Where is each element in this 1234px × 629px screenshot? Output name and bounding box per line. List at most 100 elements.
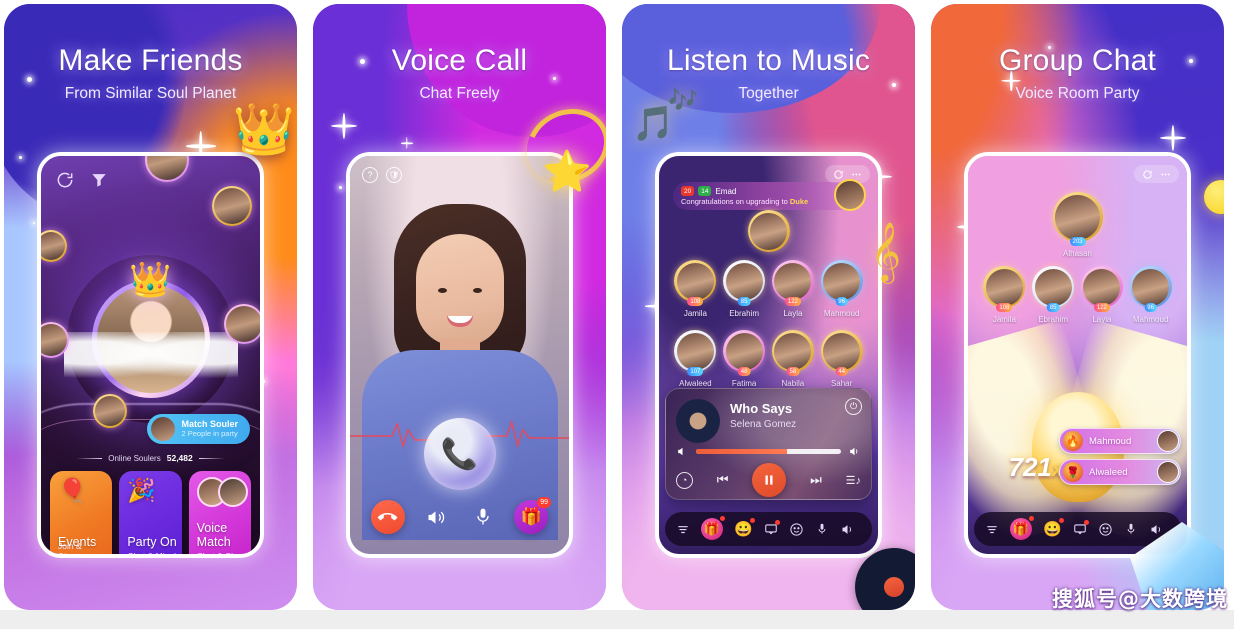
featured-avatar[interactable]: 👑 — [63, 261, 238, 399]
gift-notification[interactable]: 🌹 Alwaleed — [1059, 459, 1181, 485]
avatar-bottom[interactable] — [93, 394, 127, 428]
speaker-button[interactable] — [419, 500, 453, 534]
avatar-left-upper[interactable] — [41, 230, 67, 262]
banner-text: Congratulations on upgrading to — [681, 197, 790, 206]
help-icon[interactable]: ? — [362, 167, 378, 183]
seat-host[interactable]: 203 Alhasan — [1052, 192, 1104, 258]
seat-nabila[interactable]: 58 Nabila — [769, 330, 818, 388]
avatar-top[interactable] — [145, 156, 189, 182]
microphone-icon[interactable] — [815, 522, 829, 536]
hangup-button[interactable] — [370, 500, 405, 534]
bottom-strip — [0, 610, 1234, 629]
seat-ebrahim[interactable]: 85 Ebrahim — [720, 260, 769, 318]
gift-icon[interactable]: 🎁 — [701, 516, 725, 540]
avatar-right-upper[interactable] — [212, 186, 252, 226]
panel-group-chat[interactable]: Group Chat Voice Room Party 203 Alhasan … — [931, 4, 1224, 610]
speaker-icon[interactable] — [1149, 522, 1164, 537]
seat-grid: 108 Jamila 85 Ebrahim 122 Layla 96 Mahmo… — [671, 260, 866, 388]
avatar-image — [1132, 268, 1170, 306]
room-actions-chip[interactable] — [1134, 165, 1179, 183]
banner-avatar — [834, 179, 866, 211]
app-screen-video-call: ? 🛡 📞 🎁 99 — [350, 156, 569, 554]
seat-ebrahim[interactable]: 85 Ebrahim — [1029, 266, 1078, 324]
seat-name: Jamila — [683, 309, 707, 318]
seat-name: Alhasan — [1063, 249, 1092, 258]
progress-track[interactable] — [696, 449, 841, 454]
menu-icon[interactable] — [676, 522, 690, 536]
avatar-image — [985, 268, 1023, 306]
eye-left — [437, 287, 447, 293]
playlist-icon[interactable]: ☰♪ — [846, 474, 861, 487]
room-toolbar[interactable]: 🎁 😀 — [665, 512, 872, 546]
microphone-icon[interactable] — [1124, 522, 1138, 536]
panel-voice-call[interactable]: Voice Call Chat Freely ⭐ ? 🛡 📞 🎁 99 — [313, 4, 606, 610]
timer-icon[interactable]: ◔ — [676, 471, 693, 489]
avatar-image — [774, 262, 812, 300]
avatar-image — [1034, 268, 1072, 306]
avatar-frame: 122 — [1080, 266, 1123, 312]
match-souler-pill[interactable]: Match Souler 2 People in party — [147, 414, 250, 444]
seat-jamila[interactable]: 108 Jamila — [671, 260, 720, 318]
seat-host[interactable] — [747, 210, 790, 252]
power-icon[interactable]: ⏻ — [845, 398, 862, 415]
filter-icon[interactable] — [89, 170, 109, 190]
pause-button[interactable] — [752, 463, 787, 497]
message-icon[interactable] — [1073, 520, 1089, 536]
menu-icon[interactable] — [985, 522, 999, 536]
combo-counter: 721x — [1008, 452, 1063, 483]
level-badge: 107 — [687, 367, 704, 376]
next-icon[interactable]: ⏭ — [810, 472, 822, 488]
gift-notification[interactable]: 🔥 Mahmoud — [1059, 428, 1181, 454]
seat-name: Layla — [1092, 315, 1112, 324]
previous-icon[interactable]: ⏮ — [717, 472, 729, 488]
shield-icon[interactable]: 🛡 — [386, 167, 402, 183]
upgrade-banner[interactable]: 20 14 Emad Congratulations on upgrading … — [673, 179, 866, 211]
feature-cards: 🎈 Events Join & Discover 🎉 Party On Chat… — [50, 471, 251, 554]
online-label: Online Soulers — [108, 453, 161, 463]
avatar-right-lower[interactable] — [224, 304, 260, 344]
avatar-frame: 122 — [771, 260, 814, 306]
online-soulers-row: Online Soulers 52,482 — [41, 453, 260, 463]
avatar-image — [774, 332, 812, 370]
smiley-icon[interactable] — [1098, 522, 1113, 537]
seat-alwaleed[interactable]: 107 Alwaleed — [671, 330, 720, 388]
seat-jamila[interactable]: 108 Jamila — [980, 266, 1029, 324]
seat-fatima[interactable]: 48 Fatima — [720, 330, 769, 388]
call-screen-toolbar[interactable]: ? 🛡 — [362, 167, 402, 183]
speaker-icon[interactable] — [840, 522, 855, 537]
panel-make-friends[interactable]: Make Friends From Similar Soul Planet 👑 — [4, 4, 297, 610]
progress-row[interactable] — [676, 445, 861, 458]
face-shape — [415, 233, 504, 346]
avatar-frame: 108 — [674, 260, 717, 306]
card-party-on[interactable]: 🎉 Party On Chat & Mingle — [119, 471, 182, 554]
panel-title: Voice Call — [391, 44, 528, 77]
gift-icon[interactable]: 🎁 — [1010, 516, 1034, 540]
refresh-icon[interactable] — [55, 170, 75, 190]
card-voice-match[interactable]: Voice Match Chat & Chat — [188, 471, 251, 554]
card-events[interactable]: 🎈 Events Join & Discover — [50, 471, 113, 554]
seat-sahar[interactable]: 44 Sahar — [817, 330, 866, 388]
seat-mahmoud[interactable]: 96 Mahmoud — [817, 260, 866, 318]
panel-listen-to-music[interactable]: Listen to Music Together 🎵 🎶 𝄞 20 14 Ema… — [622, 4, 915, 610]
level-badge: 122 — [784, 297, 801, 306]
gift-button[interactable]: 🎁 99 — [514, 497, 552, 534]
seat-name: Nabila — [781, 379, 805, 388]
room-top-actions[interactable] — [1134, 165, 1179, 183]
seat-layla[interactable]: 122 Layla — [1078, 266, 1127, 324]
music-player-card[interactable]: Who Says Selena Gomez ⏻ ◔ ⏮ ⏭ ☰♪ — [665, 388, 872, 500]
discover-toolbar[interactable] — [55, 170, 109, 190]
seat-layla[interactable]: 122 Layla — [769, 260, 818, 318]
mic-button[interactable] — [466, 500, 500, 534]
player-controls[interactable]: ◔ ⏮ ⏭ ☰♪ — [676, 461, 861, 499]
emoji-icon[interactable]: 😀 — [1043, 518, 1064, 538]
duo-avatar-icon — [196, 477, 248, 507]
room-toolbar[interactable]: 🎁 😀 — [974, 512, 1181, 546]
avatar-frame: 203 — [1052, 192, 1103, 246]
call-controls[interactable]: 🎁 99 — [350, 492, 569, 542]
emoji-icon[interactable]: 😀 — [734, 518, 755, 538]
volume-low-icon — [678, 447, 683, 456]
smiley-icon[interactable] — [789, 522, 804, 537]
message-icon[interactable] — [764, 520, 780, 536]
notification-dot — [749, 518, 755, 523]
seat-mahmoud[interactable]: 96 Mahmoud — [1126, 266, 1175, 324]
